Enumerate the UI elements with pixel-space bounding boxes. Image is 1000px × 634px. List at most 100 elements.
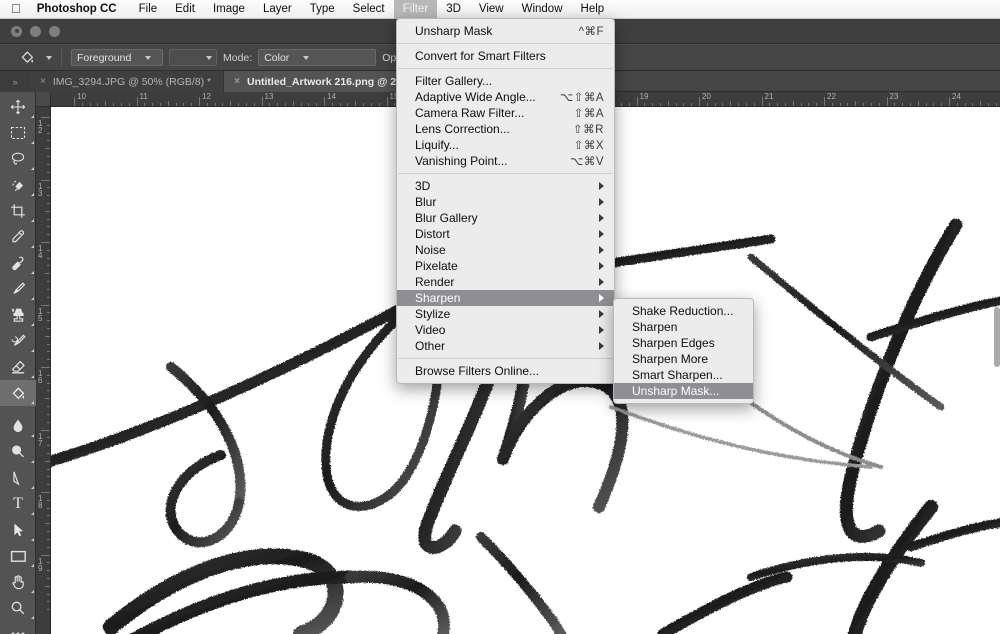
filter-menu-item-browse-filters-online[interactable]: Browse Filters Online... [397,363,614,379]
filter-menu-item-noise[interactable]: Noise [397,242,614,258]
ruler-minor-tick [47,187,50,189]
filter-menu-item-unsharp-mask[interactable]: Unsharp Mask ^⌘F [397,23,614,39]
brush-tool[interactable] [0,276,36,302]
menubar-item-layer[interactable]: Layer [254,0,301,19]
ruler-label: 22 [827,92,836,101]
crop-tool[interactable] [0,198,36,224]
menubar-item-help[interactable]: Help [572,0,614,19]
tab-overflow-handle[interactable]: » [0,71,30,92]
blur-tool[interactable] [0,413,36,439]
ruler-minor-tick [47,327,50,329]
fill-source-select[interactable]: Foreground [71,49,163,66]
filter-menu-item-camera-raw-filter[interactable]: Camera Raw Filter... ⇧⌘A [397,105,614,121]
sharpen-submenu-item-smart-sharpen[interactable]: Smart Sharpen... [614,367,753,383]
ruler-minor-tick [925,103,927,106]
type-tool-glyph: T [13,495,23,512]
filter-menu-item-convert-for-smart-filters[interactable]: Convert for Smart Filters [397,48,614,64]
type-tool[interactable]: T [0,491,36,517]
pen-tool[interactable] [0,465,36,491]
sharpen-submenu-item-sharpen-more[interactable]: Sharpen More [614,351,753,367]
menubar-item-filter[interactable]: Filter [393,0,438,19]
eraser-tool[interactable] [0,354,36,380]
move-tool[interactable] [0,94,36,120]
submenu-arrow-icon [599,342,604,350]
close-tab-icon[interactable]: × [40,76,46,87]
ruler-minor-tick [45,585,50,587]
filter-menu-item-sharpen[interactable]: Sharpen [397,290,614,306]
ruler-tick [74,97,75,106]
ruler-minor-tick [316,103,318,106]
menubar-item-photoshop-cc[interactable]: Photoshop CC [33,0,130,19]
path-selection-tool[interactable] [0,517,36,543]
sharpen-submenu-item-unsharp-mask[interactable]: Unsharp Mask... [614,383,753,399]
paint-bucket-icon[interactable] [14,48,40,68]
ruler-minor-tick [714,103,716,106]
ruler-minor-tick [691,103,693,106]
filter-menu-item-blur-gallery[interactable]: Blur Gallery [397,210,614,226]
quick-selection-tool[interactable] [0,172,36,198]
rectangle-tool[interactable] [0,543,36,569]
menubar-item-view[interactable]: View [470,0,513,19]
menubar-item-edit[interactable]: Edit [166,0,204,19]
filter-menu-item-blur[interactable]: Blur [397,194,614,210]
filter-menu-item-filter-gallery[interactable]: Filter Gallery... [397,73,614,89]
tools-panel: T [0,92,36,634]
sharpen-submenu-item-sharpen[interactable]: Sharpen [614,319,753,335]
ruler-minor-tick [800,103,802,106]
ruler-minor-tick [47,546,50,548]
ruler-minor-tick [45,523,50,525]
filter-menu-item-vanishing-point[interactable]: Vanishing Point... ⌥⌘V [397,153,614,169]
ruler-minor-tick [144,103,146,106]
ruler-minor-tick [183,103,185,106]
menubar-item-select[interactable]: Select [344,0,394,19]
filter-menu-item-liquify[interactable]: Liquify... ⇧⌘X [397,137,614,153]
filter-menu-item-other[interactable]: Other [397,338,614,354]
ruler-minor-tick [956,103,958,106]
menubar-item-file[interactable]: File [130,0,167,19]
tool-preset-chevron-icon[interactable] [46,55,52,60]
canvas-vertical-scrollbar[interactable] [994,307,1000,367]
menubar-item-window[interactable]: Window [513,0,572,19]
dodge-tool[interactable] [0,439,36,465]
filter-menu-item-adaptive-wide-angle[interactable]: Adaptive Wide Angle... ⌥⇧⌘A [397,89,614,105]
menu-item-label: Sharpen [632,320,678,334]
menu-item-label: Sharpen More [632,352,709,366]
menubar-item-3d[interactable]: 3D [437,0,470,19]
ruler-minor-tick [722,103,724,106]
filter-menu-item-pixelate[interactable]: Pixelate [397,258,614,274]
document-tab[interactable]: × IMG_3294.JPG @ 50% (RGB/8) * [30,71,225,92]
healing-brush-tool[interactable] [0,250,36,276]
hand-tool[interactable] [0,569,36,595]
menu-item-label: Camera Raw Filter... [415,106,525,120]
ruler-minor-tick [964,103,966,106]
menubar-item-type[interactable]: Type [301,0,344,19]
filter-menu-item-distort[interactable]: Distort [397,226,614,242]
sharpen-submenu-item-shake-reduction[interactable]: Shake Reduction... [614,303,753,319]
menubar-item-image[interactable]: Image [204,0,254,19]
clone-stamp-tool[interactable] [0,302,36,328]
filter-menu-item-video[interactable]: Video [397,322,614,338]
ruler-minor-tick [113,103,115,106]
eyedropper-tool[interactable] [0,224,36,250]
zoom-tool[interactable] [0,595,36,621]
filter-menu-item-lens-correction[interactable]: Lens Correction... ⇧⌘R [397,121,614,137]
edit-toolbar-tool[interactable] [0,621,36,634]
blend-mode-select[interactable]: Color [258,49,377,66]
rectangular-marquee-tool[interactable] [0,120,36,146]
history-brush-tool[interactable] [0,328,36,354]
ruler-minor-tick [730,101,732,106]
pattern-swatch-select[interactable] [169,49,217,66]
ruler-minor-tick [47,570,50,572]
menu-separator [398,173,613,174]
filter-menu-item-3d[interactable]: 3D [397,178,614,194]
lasso-tool[interactable] [0,146,36,172]
ruler-minor-tick [870,103,872,106]
sharpen-submenu-item-sharpen-edges[interactable]: Sharpen Edges [614,335,753,351]
close-tab-icon[interactable]: × [234,76,240,87]
paint-bucket-tool[interactable] [0,380,36,406]
apple-icon[interactable]:  [0,2,33,15]
filter-menu-item-stylize[interactable]: Stylize [397,306,614,322]
filter-menu-item-render[interactable]: Render [397,274,614,290]
vertical-ruler[interactable]: 12 13 14 15 16 17 18 19 [36,107,51,634]
document-tab-label: Untitled_Artwork 216.png @ 200% [247,75,418,88]
